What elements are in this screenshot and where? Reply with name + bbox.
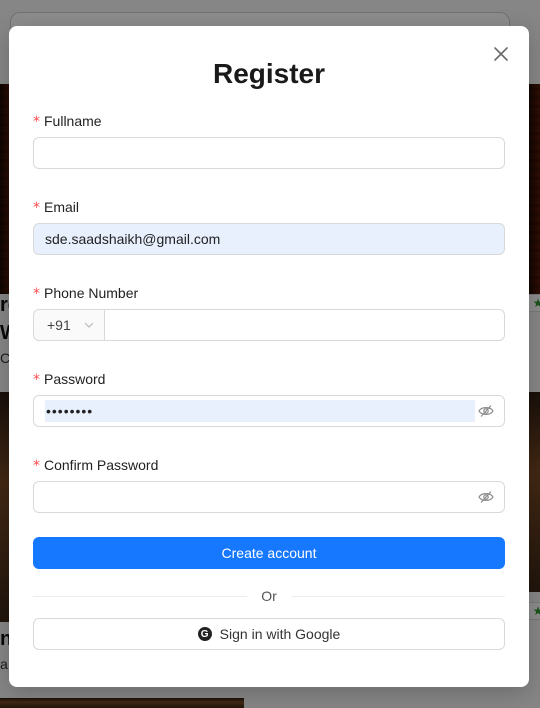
modal-title: Register: [212, 58, 326, 89]
phone-number-input[interactable]: [105, 309, 505, 341]
password-label: * Password: [33, 368, 505, 390]
fullname-input[interactable]: [33, 137, 505, 169]
fullname-label: * Fullname: [33, 110, 505, 132]
email-value: sde.saadshaikh@gmail.com: [45, 231, 221, 247]
email-label: * Email: [33, 196, 505, 218]
country-code-select[interactable]: +91: [33, 309, 105, 341]
email-label-text: Email: [44, 199, 80, 215]
confirm-password-field-group: * Confirm Password: [33, 454, 505, 513]
confirm-password-label-text: Confirm Password: [44, 457, 159, 473]
eye-slash-icon[interactable]: [478, 490, 494, 504]
eye-slash-icon[interactable]: [478, 404, 494, 418]
google-button-label: Sign in with Google: [219, 626, 341, 642]
required-mark: *: [33, 114, 40, 130]
fullname-label-text: Fullname: [44, 113, 102, 129]
create-account-button[interactable]: Create account: [33, 537, 505, 569]
divider-text: Or: [261, 588, 277, 604]
phone-field-group: * Phone Number +91: [33, 282, 505, 341]
google-sign-in-button[interactable]: G Sign in with Google: [33, 618, 505, 650]
phone-label-text: Phone Number: [44, 285, 139, 301]
required-mark: *: [33, 458, 40, 474]
required-mark: *: [33, 200, 40, 216]
required-mark: *: [33, 372, 40, 388]
confirm-password-label: * Confirm Password: [33, 454, 505, 476]
divider-line: [33, 595, 248, 597]
password-input[interactable]: ••••••••: [33, 395, 505, 427]
register-form: * Fullname * Email sde.saadshaikh@gmail.co…: [33, 110, 505, 650]
register-modal: Register * Fullname * Email sde.saadshaikh…: [9, 26, 529, 687]
phone-input-row: +91: [33, 309, 505, 341]
google-icon: G: [197, 627, 212, 641]
email-field-group: * Email sde.saadshaikh@gmail.com: [33, 196, 505, 255]
divider-line: [290, 595, 505, 597]
chevron-down-icon: [84, 322, 94, 328]
or-divider: Or: [33, 585, 505, 607]
email-input[interactable]: sde.saadshaikh@gmail.com: [33, 223, 505, 255]
confirm-password-input[interactable]: [33, 481, 505, 513]
password-label-text: Password: [44, 371, 106, 387]
country-code-value: +91: [47, 317, 71, 333]
phone-label: * Phone Number: [33, 282, 505, 304]
fullname-field-group: * Fullname: [33, 110, 505, 169]
password-field-group: * Password ••••••••: [33, 368, 505, 427]
required-mark: *: [33, 286, 40, 302]
password-value: ••••••••: [45, 400, 475, 422]
